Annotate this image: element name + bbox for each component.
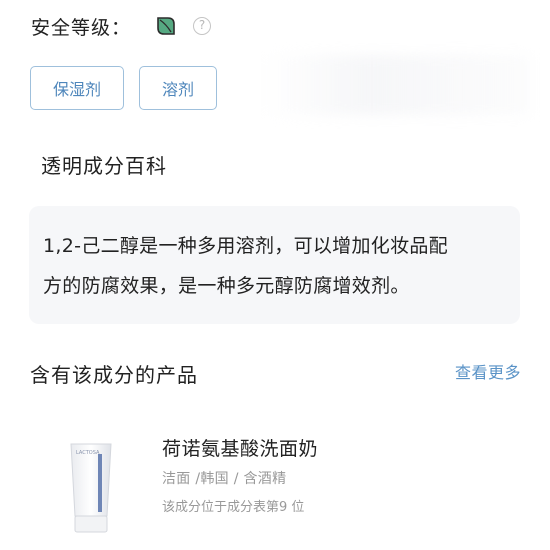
leaf-icon <box>155 15 177 37</box>
encyclopedia-title: 透明成分百科 <box>41 154 167 178</box>
products-section-title: 含有该成分的产品 <box>30 363 198 387</box>
ingredient-detail-page: 安全等级： ? 保湿剂 溶剂 透明成分百科 1,2-己二醇是一种多用溶剂，可以增… <box>0 0 550 550</box>
help-icon[interactable]: ? <box>193 17 212 35</box>
product-image: LACTOSA <box>66 442 116 534</box>
product-list-item[interactable]: LACTOSA 荷诺氨基酸洗面奶 洁面 /韩国 / 含酒精 该成分位于成分表第9… <box>30 420 520 545</box>
product-image-brand: LACTOSA <box>76 450 100 456</box>
function-tags: 保湿剂 溶剂 <box>30 66 232 110</box>
ingredient-description-card: 1,2-己二醇是一种多用溶剂，可以增加化妆品配 方的防腐效果，是一种多元醇防腐增… <box>29 206 520 324</box>
product-meta: 洁面 /韩国 / 含酒精 <box>162 471 287 487</box>
blurred-region <box>260 55 530 115</box>
product-ingredient-rank: 该成分位于成分表第9 位 <box>162 500 305 515</box>
see-more-link[interactable]: 查看更多 <box>455 359 521 383</box>
tag-solvent[interactable]: 溶剂 <box>139 66 217 110</box>
description-line-1: 1,2-己二醇是一种多用溶剂，可以增加化妆品配 <box>43 235 448 257</box>
safety-level-row: 安全等级： ? <box>31 12 212 40</box>
tag-humectant[interactable]: 保湿剂 <box>30 66 124 110</box>
description-line-2: 方的防腐效果，是一种多元醇防腐增效剂。 <box>43 275 410 297</box>
product-name: 荷诺氨基酸洗面奶 <box>162 438 319 460</box>
safety-level-label: 安全等级： <box>31 16 132 39</box>
